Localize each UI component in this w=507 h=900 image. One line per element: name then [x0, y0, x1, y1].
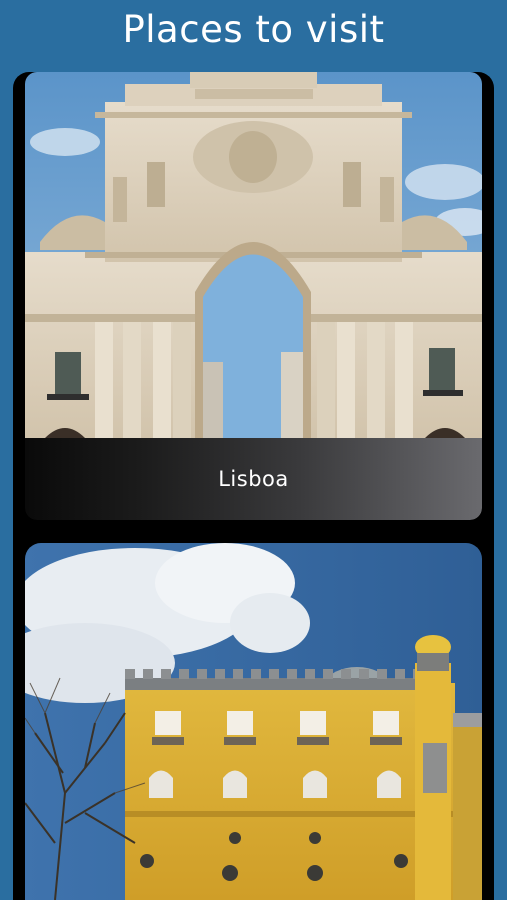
arch-photo [25, 72, 482, 438]
place-name: Lisboa [25, 438, 482, 520]
place-card-lisboa[interactable]: Lisboa [25, 72, 482, 520]
palace-photo [25, 543, 482, 900]
places-list[interactable]: Lisboa [13, 72, 494, 900]
page-title: Places to visit [122, 8, 385, 51]
place-card-pena-palace[interactable] [25, 543, 482, 900]
